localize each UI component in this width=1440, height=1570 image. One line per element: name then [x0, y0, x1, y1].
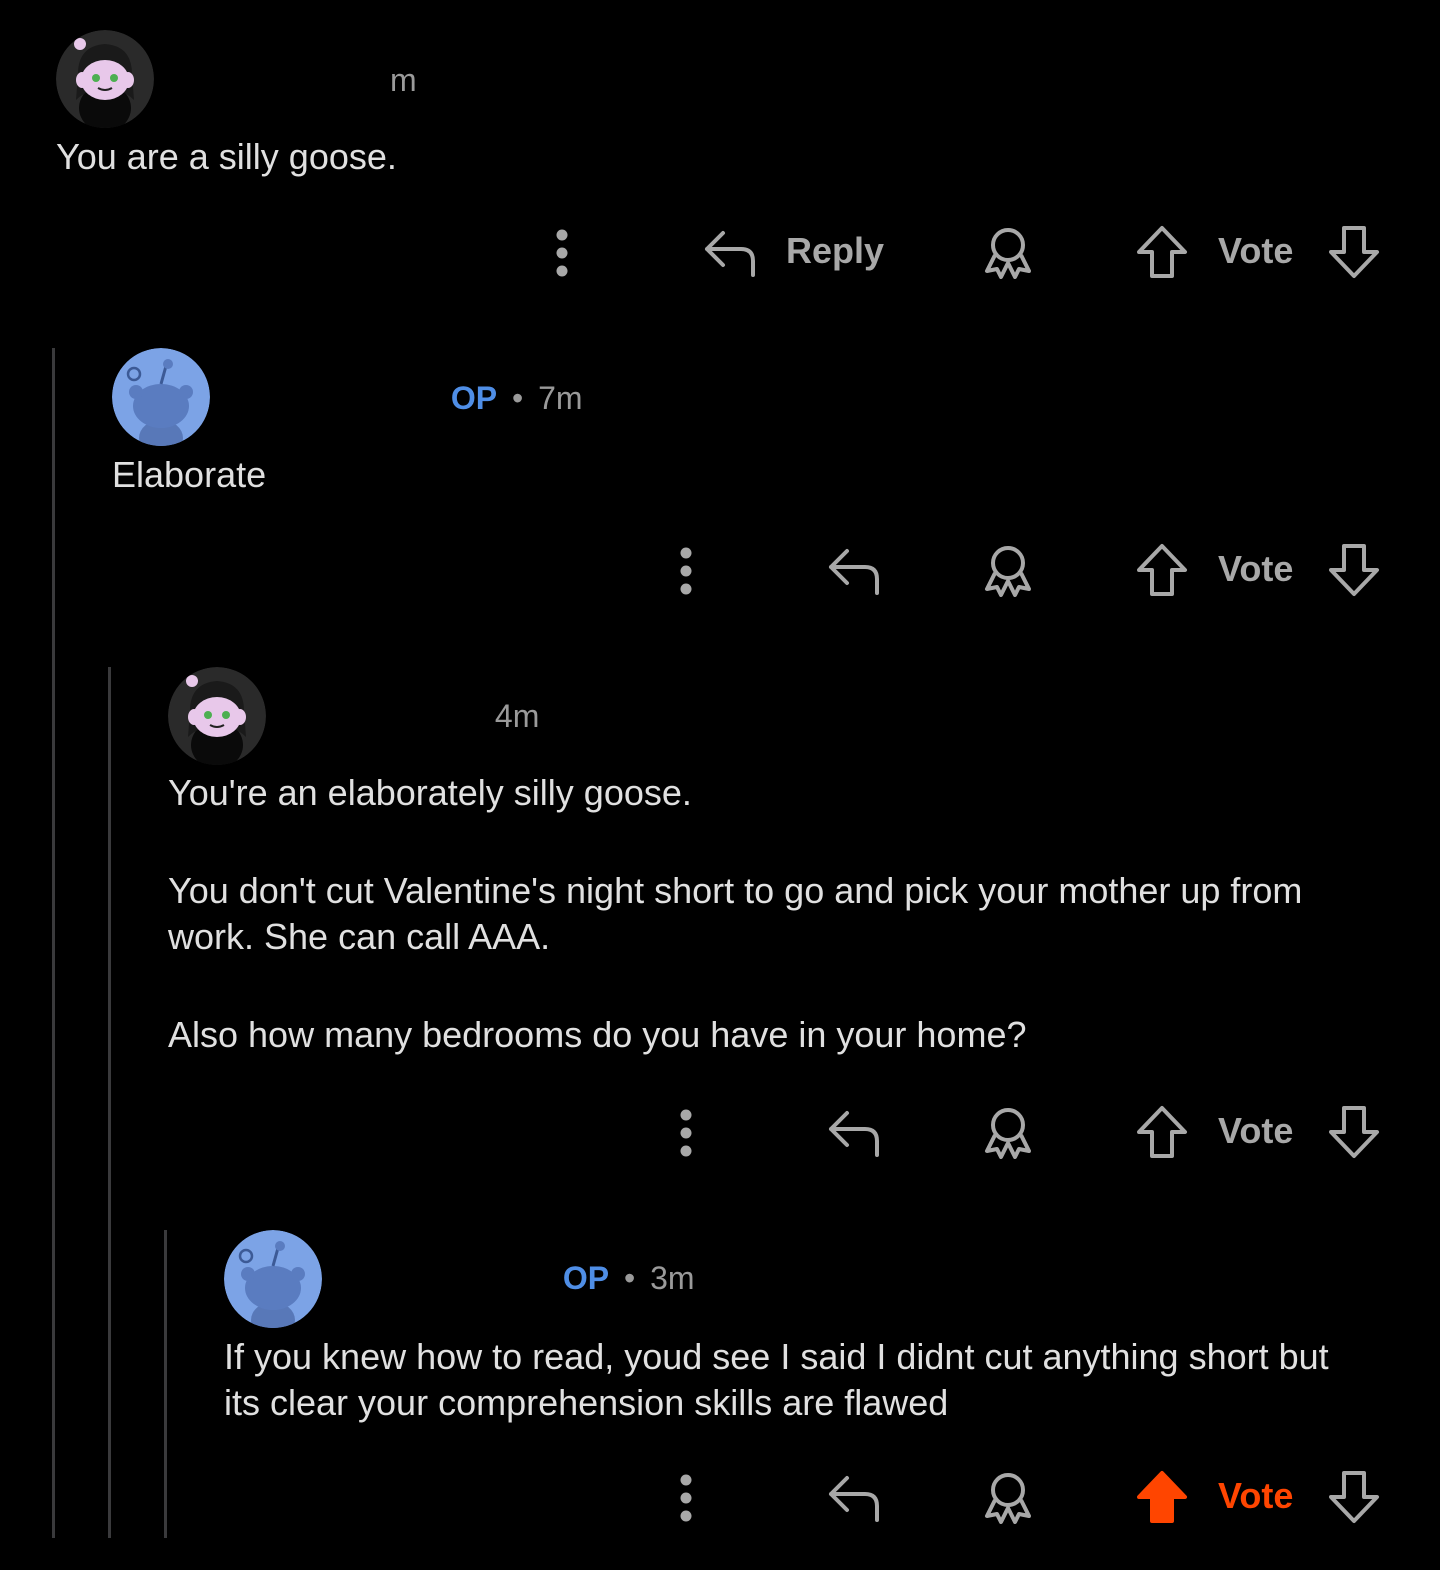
- downvote-button[interactable]: [1324, 1102, 1384, 1162]
- separator-dot: •: [624, 1260, 636, 1296]
- more-options-button[interactable]: [542, 225, 582, 281]
- award-button[interactable]: [978, 1467, 1038, 1527]
- custom-snoo-avatar-icon: [56, 30, 154, 128]
- separator-dot: •: [512, 380, 524, 416]
- upvote-icon: [1137, 1106, 1187, 1158]
- comment-paragraph: You are a silly goose.: [56, 136, 397, 177]
- comment-meta: OP • 3m: [348, 1260, 695, 1297]
- vote-label: Vote: [1218, 1110, 1294, 1151]
- more-vertical-icon: [680, 547, 692, 595]
- reply-label[interactable]: Reply: [786, 230, 884, 272]
- comment-paragraph: You're an elaborately silly goose.: [168, 772, 692, 813]
- more-vertical-icon: [680, 1109, 692, 1157]
- award-icon: [985, 546, 1031, 597]
- reply-icon: [705, 231, 755, 277]
- upvote-button[interactable]: [1132, 540, 1192, 600]
- reply-icon: [829, 1476, 879, 1522]
- downvote-button[interactable]: [1324, 222, 1384, 282]
- reply-button[interactable]: [824, 540, 884, 600]
- vote-label: Vote: [1218, 1475, 1294, 1516]
- downvote-icon: [1329, 1106, 1379, 1158]
- comment-meta: OP • 7m: [236, 380, 583, 417]
- more-options-button[interactable]: [666, 543, 706, 599]
- downvote-button[interactable]: [1324, 1467, 1384, 1527]
- award-button[interactable]: [978, 540, 1038, 600]
- comment-body: If you knew how to read, youd see I said…: [224, 1334, 1374, 1426]
- upvote-icon: [1137, 226, 1187, 278]
- upvote-button[interactable]: [1132, 1102, 1192, 1162]
- vote-label: Vote: [1218, 548, 1294, 589]
- default-snoo-avatar-icon: [224, 1230, 322, 1328]
- downvote-icon: [1329, 544, 1379, 596]
- more-options-button[interactable]: [666, 1470, 706, 1526]
- more-vertical-icon: [556, 229, 568, 277]
- comment-body: Elaborate: [112, 452, 1352, 498]
- avatar[interactable]: [56, 30, 154, 128]
- downvote-icon: [1329, 226, 1379, 278]
- upvote-button[interactable]: [1132, 222, 1192, 282]
- more-options-button[interactable]: [666, 1105, 706, 1161]
- reply-button[interactable]: [824, 1467, 884, 1527]
- comment-paragraph: If you knew how to read, youd see I said…: [224, 1336, 1329, 1423]
- op-badge: OP: [562, 1260, 610, 1296]
- reply-button[interactable]: [700, 222, 760, 282]
- award-button[interactable]: [978, 222, 1038, 282]
- thread-line-depth-2[interactable]: [108, 667, 111, 1538]
- comment-meta: m: [180, 62, 417, 99]
- award-icon: [985, 1108, 1031, 1159]
- upvote-button-active[interactable]: [1132, 1467, 1192, 1527]
- downvote-button[interactable]: [1324, 540, 1384, 600]
- award-button[interactable]: [978, 1102, 1038, 1162]
- reply-button[interactable]: [824, 1102, 884, 1162]
- thread-line-depth-3[interactable]: [164, 1230, 167, 1538]
- downvote-icon: [1329, 1471, 1379, 1523]
- timestamp: 3m: [650, 1260, 695, 1296]
- timestamp: 7m: [538, 380, 583, 416]
- upvote-filled-icon: [1137, 1471, 1187, 1523]
- avatar[interactable]: [112, 348, 210, 446]
- upvote-icon: [1137, 544, 1187, 596]
- avatar[interactable]: [168, 667, 266, 765]
- comment-meta: 4m: [292, 698, 539, 735]
- timestamp: 4m: [494, 698, 540, 734]
- comment-body: You are a silly goose.: [56, 134, 1356, 180]
- op-badge: OP: [450, 380, 498, 416]
- comment-paragraph: Also how many bedrooms do you have in yo…: [168, 1014, 1027, 1055]
- vote-label: Vote: [1218, 230, 1294, 271]
- thread-line-depth-1[interactable]: [52, 348, 55, 1538]
- award-icon: [985, 228, 1031, 279]
- default-snoo-avatar-icon: [112, 348, 210, 446]
- avatar[interactable]: [224, 1230, 322, 1328]
- comment-paragraph: Elaborate: [112, 454, 267, 495]
- more-vertical-icon: [680, 1474, 692, 1522]
- comment-paragraph: You don't cut Valentine's night short to…: [168, 870, 1303, 957]
- reply-icon: [829, 1111, 879, 1157]
- reply-icon: [829, 549, 879, 595]
- timestamp: m: [390, 62, 417, 98]
- comment-body: You're an elaborately silly goose. You d…: [168, 770, 1358, 1058]
- award-icon: [985, 1473, 1031, 1524]
- custom-snoo-avatar-icon: [168, 667, 266, 765]
